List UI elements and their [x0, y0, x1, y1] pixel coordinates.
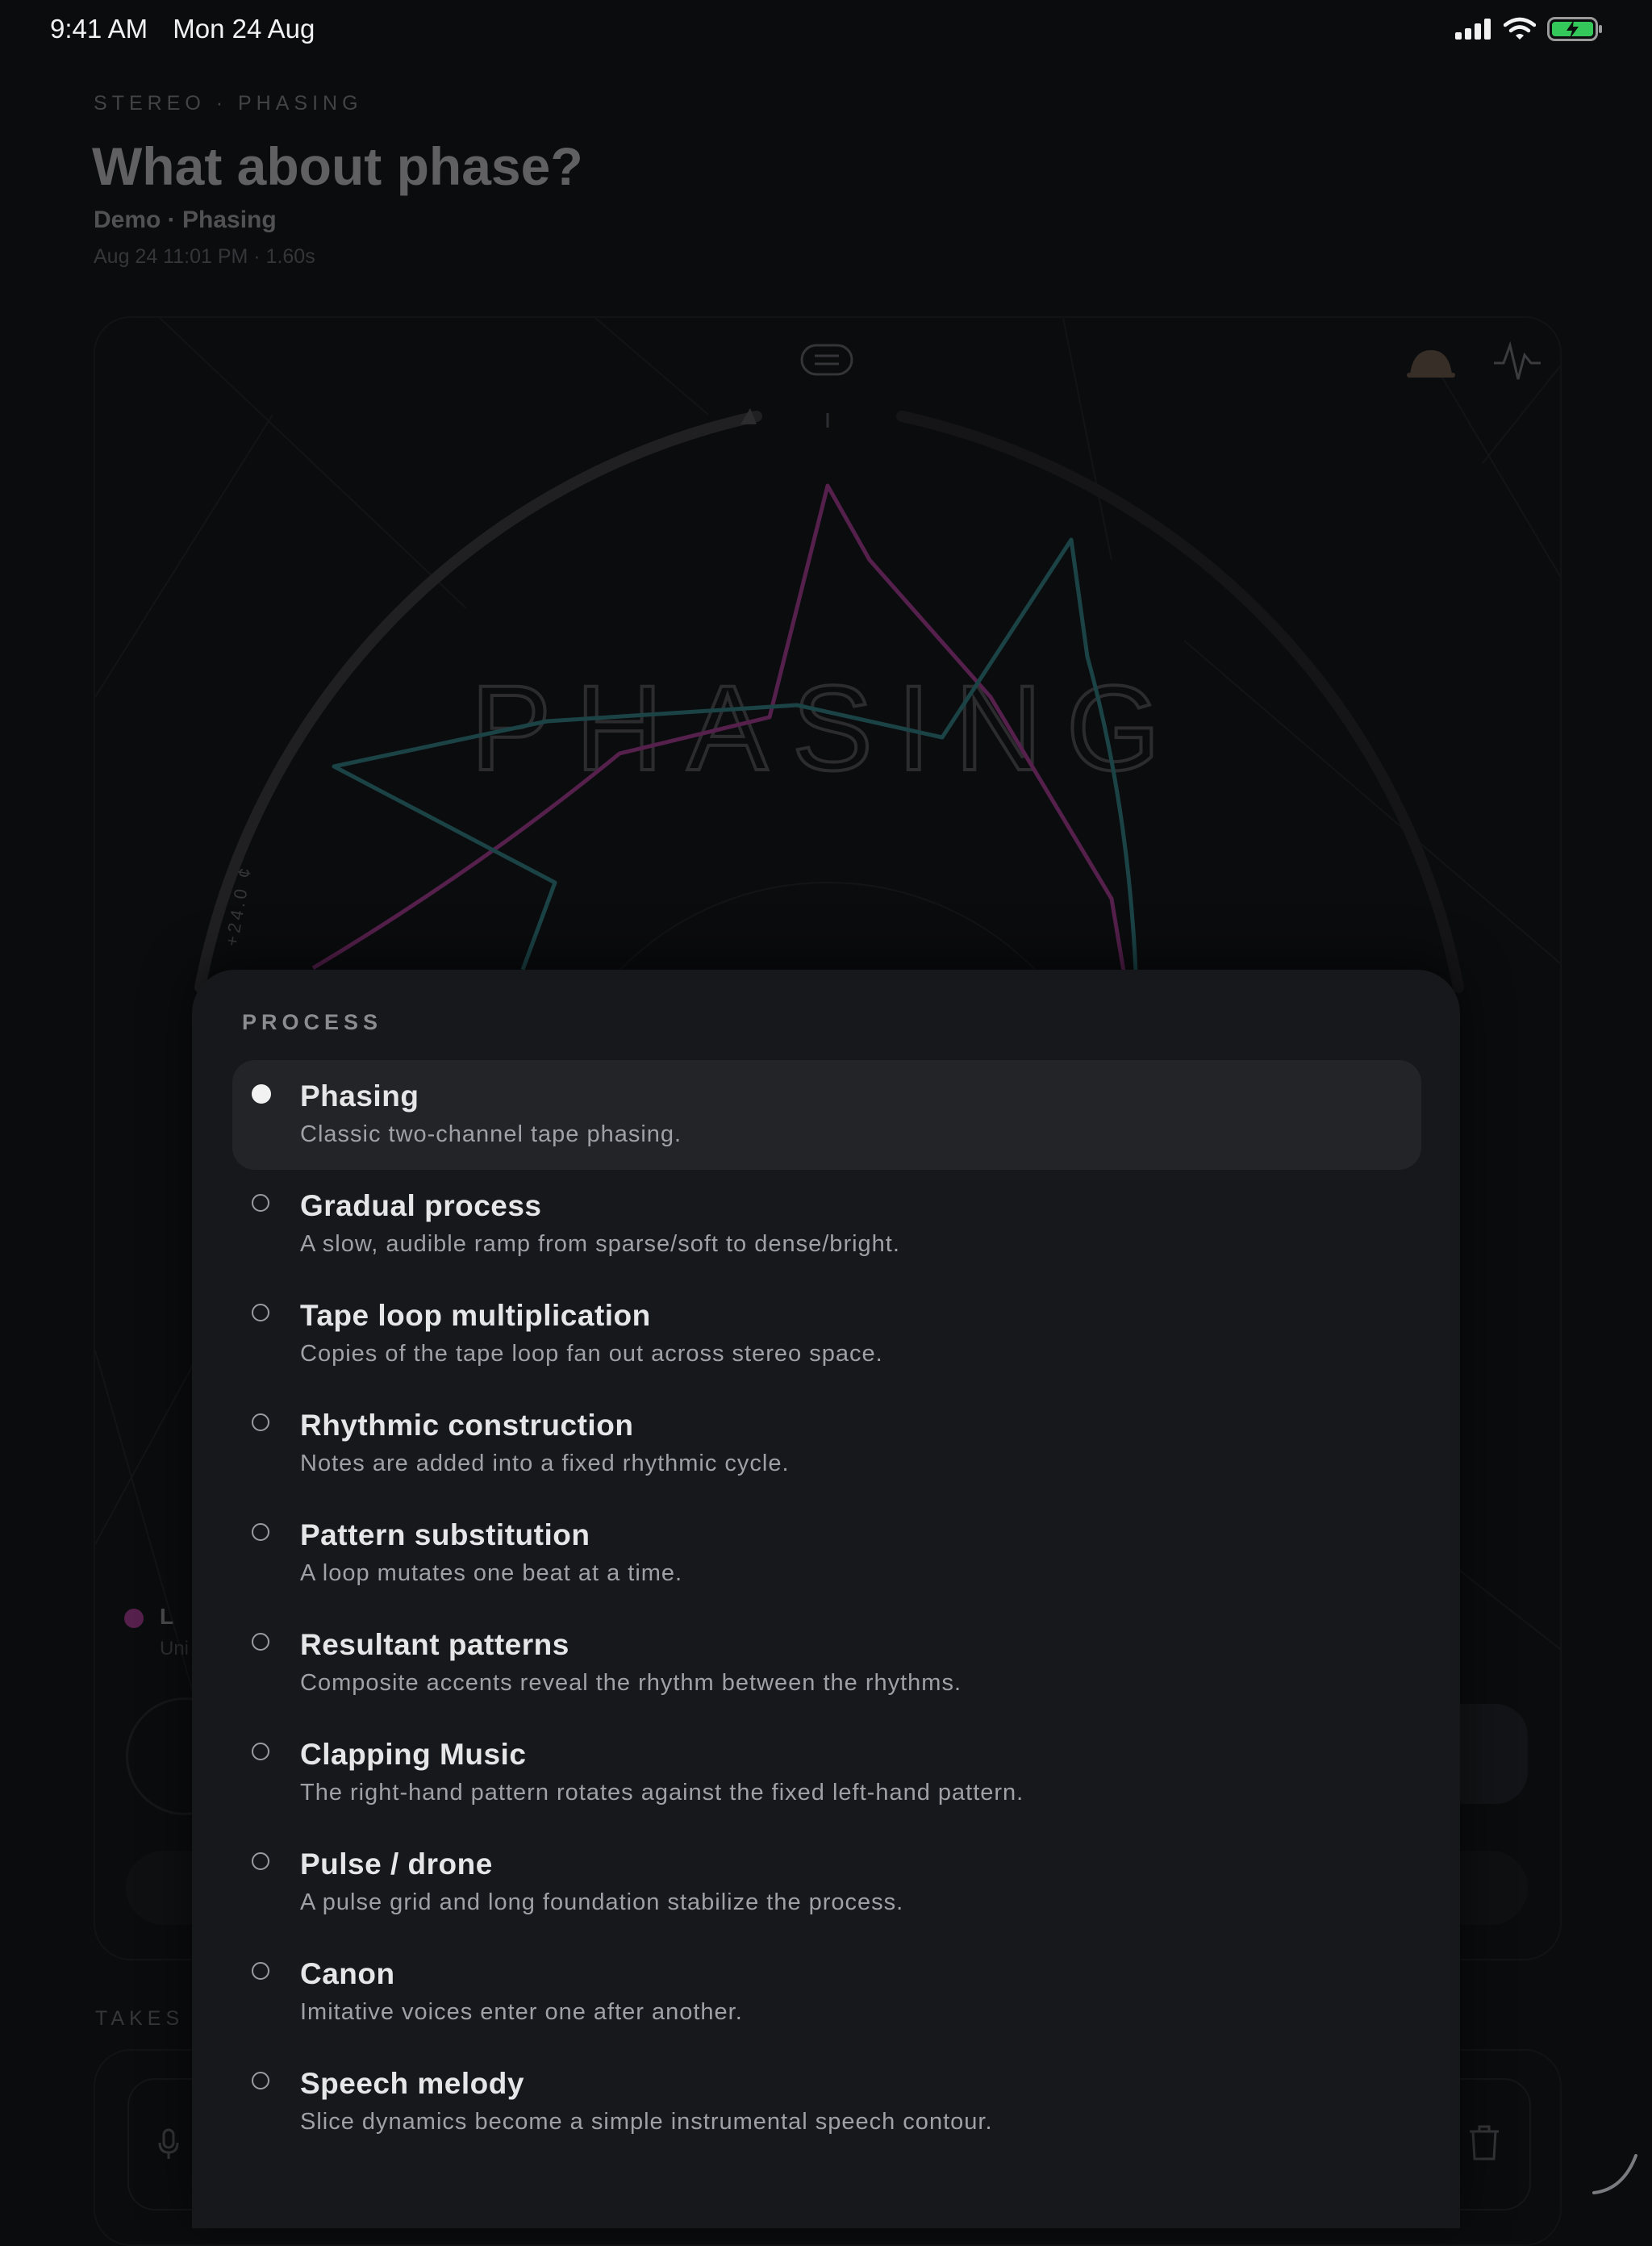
process-option-resultant-patterns[interactable]: Resultant patterns Composite accents rev…	[232, 1609, 1421, 1718]
page-subtitle: Demo · Phasing	[94, 207, 277, 233]
process-option-pattern-substitution[interactable]: Pattern substitution A loop mutates one …	[232, 1499, 1421, 1609]
legend-label: L	[160, 1604, 174, 1629]
eyebrow: STEREO · PHASING	[94, 92, 363, 115]
menu-pill-icon	[800, 344, 853, 376]
option-description: Classic two-channel tape phasing.	[300, 1121, 682, 1147]
option-description: A loop mutates one beat at a time.	[300, 1560, 683, 1586]
radio-icon	[252, 1523, 269, 1541]
option-title: Clapping Music	[300, 1738, 527, 1771]
trash-icon[interactable]	[1466, 2123, 1502, 2162]
option-description: The right-hand pattern rotates against t…	[300, 1780, 1024, 1806]
option-title: Rhythmic construction	[300, 1409, 634, 1442]
option-description: Copies of the tape loop fan out across s…	[300, 1341, 883, 1367]
sheet-title: PROCESS	[242, 1010, 383, 1034]
option-description: A slow, audible ramp from sparse/soft to…	[300, 1231, 900, 1257]
left-channel-dot	[124, 1609, 144, 1628]
status-left: 9:41 AM Mon 24 Aug	[50, 14, 332, 44]
option-description: Composite accents reveal the rhythm betw…	[300, 1670, 962, 1696]
control-pill-right[interactable]	[1452, 1704, 1528, 1804]
option-title: Phasing	[300, 1079, 419, 1113]
option-description: Slice dynamics become a simple instrumen…	[300, 2109, 993, 2135]
status-bar: 9:41 AM Mon 24 Aug	[0, 0, 1652, 58]
process-sheet: PROCESS Phasing Classic two-channel tape…	[192, 970, 1460, 2228]
option-description: Imitative voices enter one after another…	[300, 1999, 743, 2025]
process-option-clapping-music[interactable]: Clapping Music The right-hand pattern ro…	[232, 1718, 1421, 1828]
process-option-phasing[interactable]: Phasing Classic two-channel tape phasing…	[232, 1060, 1421, 1170]
battery-charging-icon	[1547, 17, 1602, 41]
process-option-canon[interactable]: Canon Imitative voices enter one after a…	[232, 1938, 1421, 2048]
process-option-rhythmic-construction[interactable]: Rhythmic construction Notes are added in…	[232, 1389, 1421, 1499]
radio-icon	[252, 1413, 269, 1431]
option-description: Notes are added into a fixed rhythmic cy…	[300, 1451, 790, 1476]
resize-handle-icon[interactable]	[1591, 2148, 1639, 2196]
process-option-pulse-drone[interactable]: Pulse / drone A pulse grid and long foun…	[232, 1828, 1421, 1938]
radio-selected-icon	[252, 1084, 271, 1104]
status-date: Mon 24 Aug	[173, 14, 315, 44]
option-description: A pulse grid and long foundation stabili…	[300, 1889, 904, 1915]
option-title: Gradual process	[300, 1189, 542, 1222]
takes-label: TAKES	[95, 2007, 185, 2030]
status-right	[1455, 16, 1604, 42]
process-option-tape-loop-multiplication[interactable]: Tape loop multiplication Copies of the t…	[232, 1280, 1421, 1389]
process-option-gradual-process[interactable]: Gradual process A slow, audible ramp fro…	[232, 1170, 1421, 1280]
option-title: Speech melody	[300, 2067, 524, 2100]
process-option-speech-melody[interactable]: Speech melody Slice dynamics become a si…	[232, 2048, 1421, 2157]
page-title: What about phase?	[92, 136, 583, 196]
radio-icon	[252, 1194, 269, 1212]
microphone-icon	[158, 2128, 179, 2159]
option-title: Pulse / drone	[300, 1847, 493, 1881]
option-title: Pattern substitution	[300, 1518, 590, 1551]
waveform-icon	[1494, 340, 1541, 380]
signal-icon	[1455, 19, 1491, 40]
option-title: Resultant patterns	[300, 1628, 569, 1661]
radio-icon	[252, 1852, 269, 1870]
option-title: Canon	[300, 1957, 395, 1990]
radio-icon	[252, 1633, 269, 1651]
wifi-icon	[1504, 17, 1536, 40]
bell-icon	[1407, 350, 1455, 378]
page-meta: Aug 24 11:01 PM · 1.60s	[94, 245, 315, 268]
radio-icon	[252, 1962, 269, 1980]
arc-title: PHASING	[470, 660, 1184, 795]
radio-icon	[252, 1743, 269, 1760]
radio-icon	[252, 1304, 269, 1321]
option-title: Tape loop multiplication	[300, 1299, 651, 1332]
legend-sub: Uni	[160, 1638, 190, 1659]
radio-icon	[252, 2072, 269, 2089]
status-time: 9:41 AM	[50, 14, 148, 44]
